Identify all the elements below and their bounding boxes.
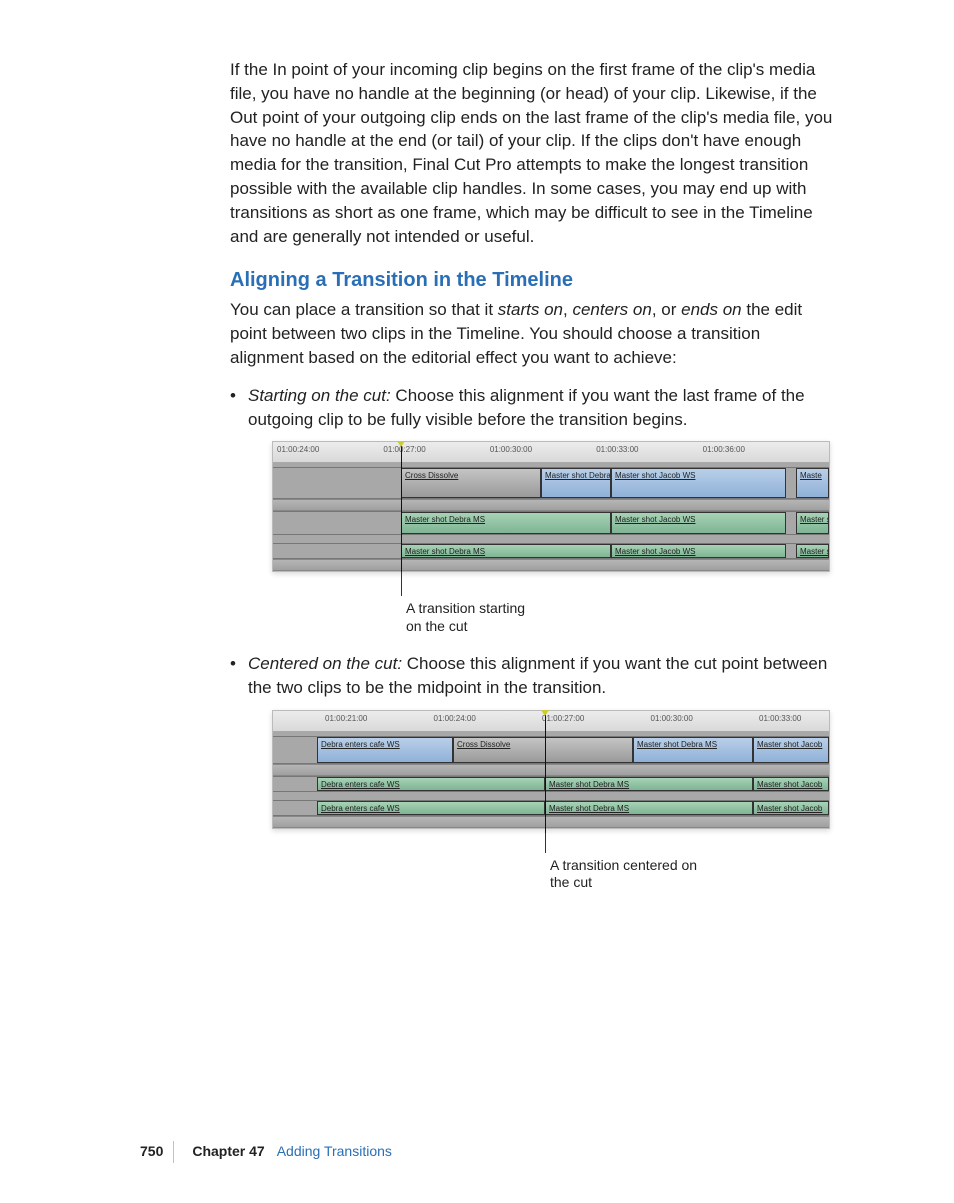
audio-clip: Master shot Jacob — [753, 801, 829, 815]
timeline-screenshot-starting: 01:00:24:00 01:00:27:00 01:00:30:00 01:0… — [272, 441, 830, 572]
video-clip: Debra enters cafe WS — [317, 737, 453, 763]
audio-clip: Master shot Jacob — [753, 777, 829, 791]
audio-clip: Master shot Jacob WS — [611, 512, 786, 534]
audio-clip: Master shot Debra MS — [545, 801, 753, 815]
chapter-label: Chapter 47 — [192, 1142, 264, 1162]
video-clip: Master shot Debra MS — [633, 737, 753, 763]
transition-clip: Cross Dissolve — [401, 468, 541, 498]
ruler: 01:00:24:00 01:00:27:00 01:00:30:00 01:0… — [273, 442, 829, 463]
playhead — [545, 711, 546, 833]
page-footer: 750 Chapter 47 Adding Transitions — [140, 1141, 392, 1163]
audio-track: Debra enters cafe WS Master shot Debra M… — [273, 776, 829, 792]
audio-track-2: Debra enters cafe WS Master shot Debra M… — [273, 800, 829, 816]
audio-clip: Debra enters cafe WS — [317, 777, 545, 791]
bullet-list: • Starting on the cut: Choose this align… — [230, 384, 834, 885]
footer-divider — [173, 1141, 174, 1163]
audio-track-2: Master shot Debra MS Master shot Jacob W… — [273, 543, 829, 559]
video-track: Debra enters cafe WS Cross Dissolve Mast… — [273, 736, 829, 764]
audio-clip: Debra enters cafe WS — [317, 801, 545, 815]
page-number: 750 — [140, 1142, 163, 1162]
section-heading: Aligning a Transition in the Timeline — [230, 266, 834, 294]
audio-clip: Master shot Debra MS — [545, 777, 753, 791]
chapter-title: Adding Transitions — [277, 1142, 392, 1162]
playhead — [401, 442, 402, 572]
video-clip: Maste — [796, 468, 829, 498]
audio-track: Master shot Debra MS Master shot Jacob W… — [273, 511, 829, 535]
audio-clip: Master s — [796, 544, 829, 558]
audio-clip: Master s — [796, 512, 829, 534]
video-track: Cross Dissolve Master shot Debra MS Mast… — [273, 467, 829, 499]
callout-line — [401, 568, 402, 596]
bullet-starting: • Starting on the cut: Choose this align… — [230, 384, 834, 629]
para-align: You can place a transition so that it st… — [230, 298, 834, 369]
caption-starting: A transition starting on the cut — [406, 596, 536, 635]
caption-centered: A transition centered on the cut — [550, 853, 700, 892]
timeline-screenshot-centered: 01:00:21:00 01:00:24:00 01:00:27:00 01:0… — [272, 710, 830, 829]
audio-clip: Master shot Debra MS — [401, 512, 611, 534]
page-content: If the In point of your incoming clip be… — [230, 58, 834, 885]
video-clip: Master shot Jacob — [753, 737, 829, 763]
video-clip: Master shot Jacob WS — [611, 468, 786, 498]
intro-para: If the In point of your incoming clip be… — [230, 58, 834, 248]
transition-clip: Cross Dissolve — [453, 737, 633, 763]
ruler: 01:00:21:00 01:00:24:00 01:00:27:00 01:0… — [273, 711, 829, 732]
audio-clip: Master shot Jacob WS — [611, 544, 786, 558]
audio-clip: Master shot Debra MS — [401, 544, 611, 558]
bullet-centered: • Centered on the cut: Choose this align… — [230, 652, 834, 885]
video-clip: Master shot Debra MS — [541, 468, 611, 498]
